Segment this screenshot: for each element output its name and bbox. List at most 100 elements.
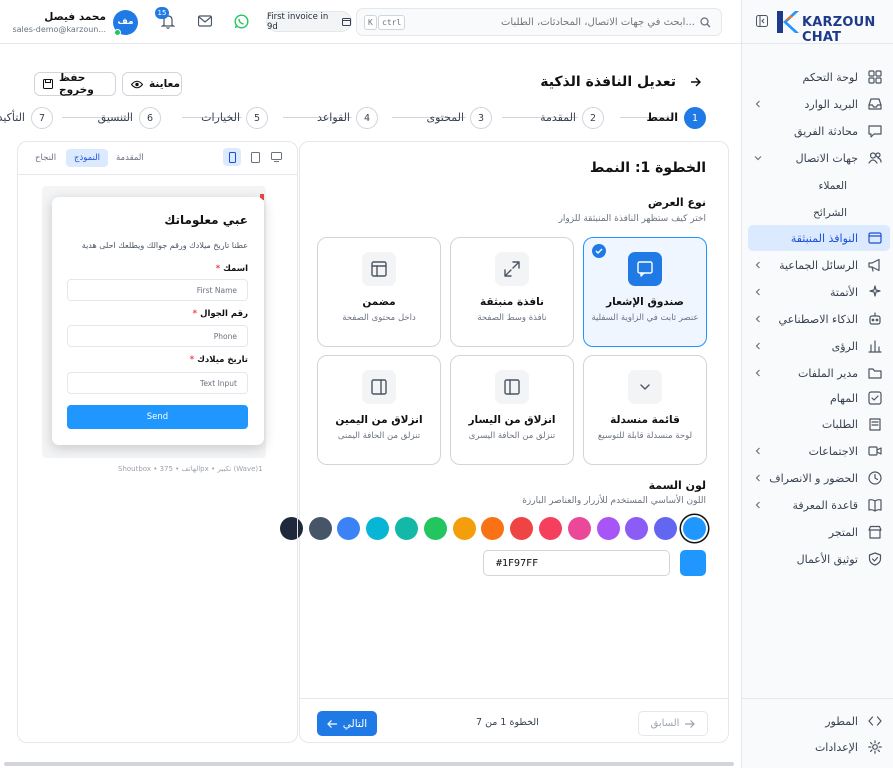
prev-button-label: السابق xyxy=(650,718,680,729)
step-7-circle[interactable]: 7 xyxy=(31,107,53,129)
sidebar-item-10[interactable]: المهام xyxy=(748,385,890,411)
sidebar-header: KARZOUN CHAT xyxy=(742,0,893,45)
mail-icon[interactable] xyxy=(198,15,212,27)
tablet-icon[interactable] xyxy=(251,152,260,163)
search-input[interactable] xyxy=(455,14,695,31)
sidebar-item-3[interactable]: جهات الاتصال xyxy=(748,145,890,171)
next-button[interactable]: التالي xyxy=(317,711,377,736)
sidebar-item-8[interactable]: الرؤى xyxy=(748,333,890,359)
color-swatch-10[interactable] xyxy=(395,517,418,540)
step-5-label[interactable]: الخيارات xyxy=(201,111,240,124)
sidebar-item-7[interactable]: الذكاء الاصطناعي xyxy=(748,306,890,332)
preview-button[interactable]: معاينة xyxy=(122,72,182,96)
chevron-left-icon[interactable] xyxy=(754,501,762,509)
chevron-down-icon[interactable] xyxy=(754,154,762,162)
sidebar-item-1[interactable]: البريد الوارد xyxy=(748,91,890,117)
color-swatch-9[interactable] xyxy=(423,517,447,540)
sidebar-item-0[interactable]: لوحة التحكم xyxy=(748,64,890,90)
sidebar-item-14[interactable]: قاعدة المعرفة xyxy=(748,492,890,518)
preview-tab-form[interactable]: النموذج xyxy=(66,149,108,167)
chevron-left-icon[interactable] xyxy=(754,474,762,482)
step-5-circle[interactable]: 5 xyxy=(246,107,268,129)
desktop-icon[interactable] xyxy=(271,152,282,162)
chevron-left-icon[interactable] xyxy=(754,100,762,108)
sidebar-bottom-item-1[interactable]: الإعدادات xyxy=(748,734,890,760)
sidebar-item-label: محادثة الفريق xyxy=(794,124,858,138)
hex-color-input[interactable] xyxy=(483,550,670,576)
chevron-left-icon[interactable] xyxy=(754,288,762,296)
step-2-circle[interactable]: 2 xyxy=(582,107,604,129)
back-arrow-icon[interactable] xyxy=(690,77,701,87)
step-3-label[interactable]: المحتوى xyxy=(427,111,464,124)
chevron-left-icon[interactable] xyxy=(754,447,762,455)
sidebar-item-13[interactable]: الحضور و الانصراف xyxy=(748,465,890,491)
color-swatch-1[interactable] xyxy=(654,517,678,540)
sidebar-item-16[interactable]: توثيق الأعمال xyxy=(748,546,890,572)
preview-toolbar-divider xyxy=(18,174,297,175)
display-type-card-2[interactable]: مضمن داخل محتوى الصفحة xyxy=(317,237,441,347)
color-swatch-0[interactable] xyxy=(683,517,706,540)
color-swatch-2[interactable] xyxy=(625,517,649,540)
popup-field-input[interactable]: Phone xyxy=(67,325,248,347)
card-desc: تنزلق من الحافة اليسرى xyxy=(468,431,556,441)
step-1-label[interactable]: النمط xyxy=(646,111,678,124)
display-type-card-1[interactable]: نافذة منبثقة نافذة وسط الصفحة xyxy=(450,237,574,347)
horizontal-scrollbar[interactable] xyxy=(4,762,734,766)
sidebar-subitem-customers[interactable]: العملاء xyxy=(819,180,847,192)
mobile-icon[interactable] xyxy=(223,148,241,166)
display-type-card-3[interactable]: قائمة منسدلة لوحة منسدلة قابلة للتوسيع xyxy=(583,355,707,465)
chevron-left-icon[interactable] xyxy=(754,342,762,350)
whatsapp-icon[interactable] xyxy=(234,14,249,29)
display-type-card-5[interactable]: انزلاق من اليمين تنزلق من الحافة اليمنى xyxy=(317,355,441,465)
color-swatch-13[interactable] xyxy=(308,517,332,540)
sidebar-item-2[interactable]: محادثة الفريق xyxy=(748,118,890,144)
save-icon xyxy=(43,79,53,89)
collapse-sidebar-icon[interactable] xyxy=(756,15,768,27)
sidebar-item-9[interactable]: مدير الملفات xyxy=(748,360,890,386)
prev-button[interactable]: السابق xyxy=(638,711,708,736)
send-button[interactable]: Send xyxy=(67,405,248,429)
color-swatch-3[interactable] xyxy=(596,517,620,540)
chevron-left-icon[interactable] xyxy=(754,369,762,377)
sidebar-item-4[interactable]: النوافذ المنبثقة xyxy=(748,225,890,251)
step-3-circle[interactable]: 3 xyxy=(470,107,492,129)
sidebar-item-11[interactable]: الطلبات xyxy=(748,411,890,437)
sidebar-item-5[interactable]: الرسائل الجماعية xyxy=(748,252,890,278)
display-type-card-4[interactable]: انزلاق من اليسار تنزلق من الحافة اليسرى xyxy=(450,355,574,465)
step-1-circle[interactable]: 1 xyxy=(684,107,706,129)
step-7-label[interactable]: التأكيد xyxy=(0,111,25,124)
color-swatch-12[interactable] xyxy=(337,517,361,540)
popup-field-input[interactable]: Text Input xyxy=(67,372,248,394)
chevron-left-icon[interactable] xyxy=(754,315,762,323)
sidebar-item-6[interactable]: الأتمتة xyxy=(748,279,890,305)
color-preview-box[interactable] xyxy=(680,550,706,576)
sidebar-item-15[interactable]: المتجر xyxy=(748,519,890,545)
sidebar-bottom-item-0[interactable]: المطور xyxy=(748,708,890,734)
popup-field-label-text: تاريخ ميلادك xyxy=(197,355,248,365)
sidebar-subitem-segments[interactable]: الشرائح xyxy=(813,207,847,219)
color-swatch-4[interactable] xyxy=(567,517,591,540)
preview-tab-intro[interactable]: المقدمة xyxy=(116,153,144,163)
color-swatch-7[interactable] xyxy=(481,517,505,540)
sidebar-item-label: الإعدادات xyxy=(814,740,858,754)
step-2-label[interactable]: المقدمة xyxy=(540,111,576,124)
color-swatch-6[interactable] xyxy=(510,517,534,540)
search-box[interactable]: K ctrl xyxy=(356,8,722,36)
color-swatch-8[interactable] xyxy=(452,517,476,540)
invoice-pill[interactable]: First invoice in 9d xyxy=(266,11,352,32)
popup-field-input[interactable]: First Name xyxy=(67,279,248,301)
sidebar-item-12[interactable]: الاجتماعات xyxy=(748,438,890,464)
color-swatch-11[interactable] xyxy=(366,517,390,540)
step-6-circle[interactable]: 6 xyxy=(139,107,161,129)
message-box-icon xyxy=(628,252,662,286)
chevron-left-icon[interactable] xyxy=(754,261,762,269)
user-name: محمد فيصل xyxy=(44,11,106,23)
save-exit-button[interactable]: حفظ وخروج xyxy=(34,72,116,96)
color-swatch-5[interactable] xyxy=(539,517,562,540)
display-type-card-0[interactable]: صندوق الإشعار عنصر ثابت في الزاوية السفلي… xyxy=(583,237,707,347)
step-6-label[interactable]: التنسيق xyxy=(98,111,133,124)
sidebar-item-label: المهام xyxy=(830,391,858,405)
step-4-circle[interactable]: 4 xyxy=(356,107,378,129)
preview-tab-success[interactable]: النجاح xyxy=(35,153,56,163)
step-4-label[interactable]: القواعد xyxy=(317,111,350,124)
